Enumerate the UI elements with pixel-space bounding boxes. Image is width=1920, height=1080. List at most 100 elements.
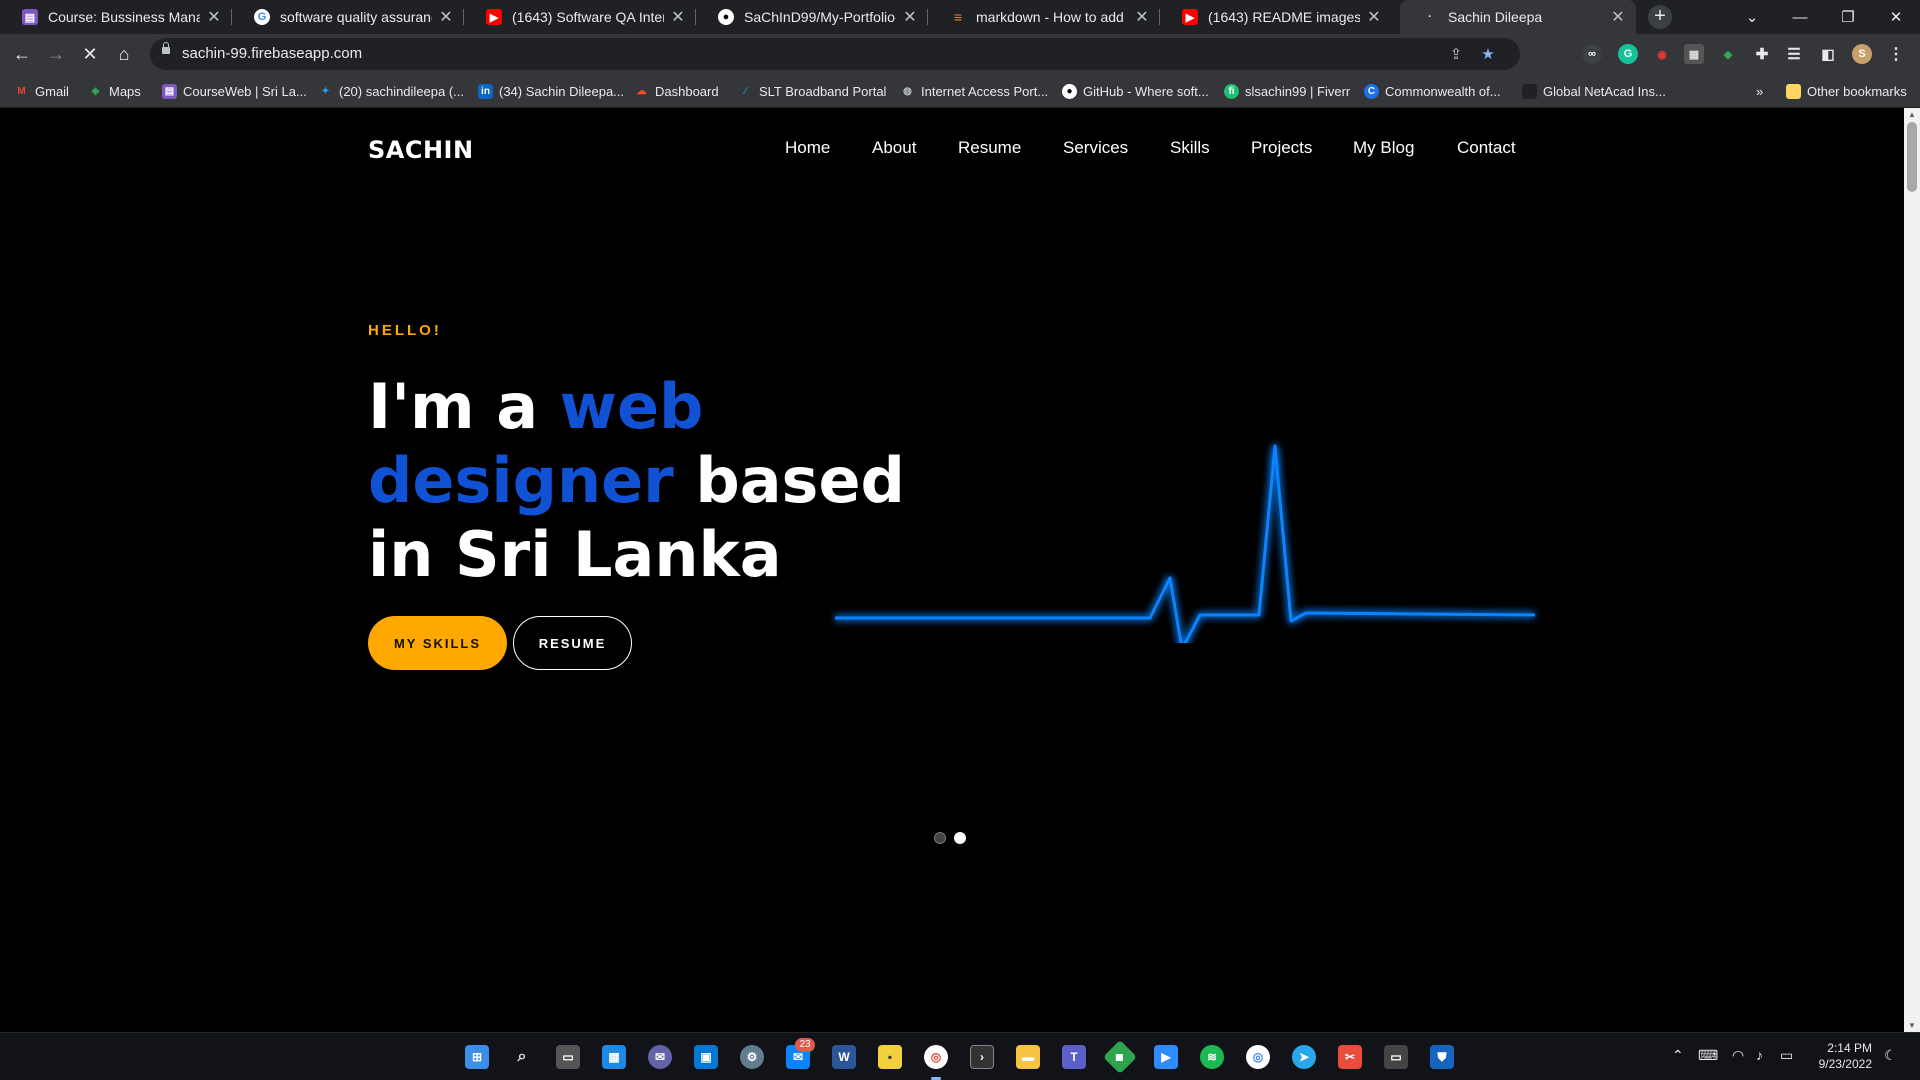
chat-icon[interactable]: ✉ — [648, 1045, 672, 1069]
nav-skills[interactable]: Skills — [1170, 138, 1210, 158]
git-icon[interactable]: ◆ — [1103, 1040, 1137, 1074]
bookmark-gmail[interactable]: M Gmail — [14, 82, 69, 100]
tab-stackoverflow[interactable]: ≡ markdown - How to add imag ✕ — [928, 0, 1160, 34]
close-tab-icon[interactable]: ✕ — [206, 7, 222, 27]
mail-badge: 23 — [795, 1038, 815, 1052]
restore-icon[interactable]: ❐ — [1824, 0, 1872, 34]
share-icon[interactable]: ⇪ — [1446, 44, 1466, 64]
tab-sachin-dileepa[interactable]: · Sachin Dileepa ✕ — [1400, 0, 1636, 34]
battery-icon[interactable]: ▭ — [1780, 1047, 1793, 1064]
close-tab-icon[interactable]: ✕ — [438, 7, 454, 27]
browser-menu-icon[interactable]: ⋮ — [1886, 44, 1906, 64]
close-window-icon[interactable]: ✕ — [1872, 0, 1920, 34]
settings-icon[interactable]: ⚙ — [740, 1045, 764, 1069]
bookmark-dashboard[interactable]: ☁ Dashboard — [634, 82, 719, 100]
volume-icon[interactable]: ♪ — [1756, 1047, 1763, 1063]
close-tab-icon[interactable]: ✕ — [1610, 7, 1626, 27]
search-icon[interactable]: ⌕ — [510, 1045, 534, 1069]
chrome-icon[interactable]: ◎ — [924, 1045, 948, 1069]
teams-icon[interactable]: T — [1062, 1045, 1086, 1069]
page-scrollbar[interactable]: ▲ ▼ — [1904, 108, 1920, 1032]
notifications-icon[interactable]: ☾ — [1884, 1047, 1897, 1064]
browser-toolbar: ← → ✕ ⌂ sachin-99.firebaseapp.com ⇪ ★ ∞ … — [0, 34, 1920, 74]
bookmark-commonwealth[interactable]: C Commonwealth of... — [1364, 82, 1501, 100]
tab-manager-icon[interactable]: ▦ — [1684, 44, 1704, 64]
store-icon[interactable]: ▣ — [694, 1045, 718, 1069]
close-tab-icon[interactable]: ✕ — [902, 7, 918, 27]
bookmark-github[interactable]: ● GitHub - Where soft... — [1062, 82, 1209, 100]
my-skills-button[interactable]: MY SKILLS — [368, 616, 507, 670]
terminal-icon[interactable]: › — [970, 1045, 994, 1069]
tab-course[interactable]: ▤ Course: Bussiness Manageme ✕ — [0, 0, 232, 34]
bookmark-linkedin[interactable]: in (34) Sachin Dileepa... — [478, 82, 624, 100]
courseweb-icon: ▤ — [162, 83, 177, 99]
minimize-icon[interactable]: — — [1776, 0, 1824, 34]
start-icon[interactable]: ⊞ — [465, 1045, 489, 1069]
nav-about[interactable]: About — [872, 138, 916, 158]
url-text[interactable]: sachin-99.firebaseapp.com — [182, 45, 362, 62]
close-tab-icon[interactable]: ✕ — [670, 7, 686, 27]
scrollbar-thumb[interactable] — [1907, 122, 1917, 192]
tray-overflow-icon[interactable]: ⌃ — [1672, 1047, 1684, 1064]
spotify-icon[interactable]: ≋ — [1200, 1045, 1224, 1069]
bookmark-maps[interactable]: ◈ Maps — [88, 82, 141, 100]
sticky-notes-icon[interactable]: ▪ — [878, 1045, 902, 1069]
task-view-icon[interactable]: ▭ — [556, 1045, 580, 1069]
shield-icon[interactable]: ⛊ — [1430, 1045, 1454, 1069]
tab-google-search[interactable]: G software quality assurance en ✕ — [232, 0, 464, 34]
slider-dot-active[interactable] — [954, 832, 966, 844]
resume-button[interactable]: RESUME — [513, 616, 632, 670]
bookmark-fiverr[interactable]: fi slsachin99 | Fiverr — [1224, 82, 1350, 100]
back-icon[interactable]: ← — [10, 42, 34, 66]
wifi-icon[interactable]: ◠ — [1732, 1047, 1744, 1064]
chrome-profile-icon[interactable]: ◎ — [1246, 1045, 1270, 1069]
side-panel-icon[interactable]: ◧ — [1818, 44, 1838, 64]
extensions-puzzle-icon[interactable]: ✚ — [1752, 44, 1772, 64]
tab-youtube-readme[interactable]: ▶ (1643) README images in Git ✕ — [1160, 0, 1392, 34]
file-explorer-icon[interactable]: ▬ — [1016, 1045, 1040, 1069]
nav-contact[interactable]: Contact — [1457, 138, 1516, 158]
more-bookmarks-icon[interactable]: » — [1756, 82, 1763, 100]
bookmark-twitter[interactable]: ✦ (20) sachindileepa (... — [318, 82, 464, 100]
grammarly-icon[interactable]: G — [1618, 44, 1638, 64]
snipping-icon[interactable]: ✂ — [1338, 1045, 1362, 1069]
tab-search-icon[interactable]: ⌄ — [1728, 0, 1776, 34]
zoom-icon[interactable]: ▶ — [1154, 1045, 1178, 1069]
nav-home[interactable]: Home — [785, 138, 830, 158]
address-bar[interactable]: sachin-99.firebaseapp.com ⇪ ★ — [150, 38, 1520, 70]
slider-dot[interactable] — [934, 832, 946, 844]
site-logo[interactable]: SACHIN — [368, 136, 474, 164]
scroll-up-icon[interactable]: ▲ — [1908, 110, 1916, 119]
bookmark-internet-access[interactable]: ◍ Internet Access Port... — [900, 82, 1048, 100]
app-window-icon[interactable]: ▭ — [1384, 1045, 1408, 1069]
nav-my-blog[interactable]: My Blog — [1353, 138, 1414, 158]
close-tab-icon[interactable]: ✕ — [1134, 7, 1150, 27]
nav-resume[interactable]: Resume — [958, 138, 1021, 158]
home-icon[interactable]: ⌂ — [112, 42, 136, 66]
telegram-icon[interactable]: ➤ — [1292, 1045, 1316, 1069]
tab-github-repo[interactable]: ● SaChInD99/My-Portfolio-Web ✕ — [696, 0, 928, 34]
forward-icon[interactable]: → — [44, 42, 68, 66]
nav-services[interactable]: Services — [1063, 138, 1128, 158]
extension-glasses-icon[interactable]: ∞ — [1582, 44, 1602, 64]
google-drive-icon[interactable]: ◆ — [1718, 44, 1738, 64]
bookmark-star-icon[interactable]: ★ — [1478, 44, 1498, 64]
profile-avatar[interactable]: S — [1852, 44, 1872, 64]
keyboard-icon[interactable]: ⌨ — [1698, 1047, 1718, 1064]
stop-loading-icon[interactable]: ✕ — [78, 42, 102, 66]
heartbeat-pulse-graphic — [835, 444, 1536, 643]
nav-projects[interactable]: Projects — [1251, 138, 1312, 158]
system-clock[interactable]: 2:14 PM 9/23/2022 — [1812, 1040, 1872, 1072]
bookmark-other-bookmarks[interactable]: Other bookmarks — [1786, 82, 1907, 100]
bookmark-netacad[interactable]: Global NetAcad Ins... — [1522, 82, 1666, 100]
scroll-down-icon[interactable]: ▼ — [1908, 1021, 1916, 1030]
word-icon[interactable]: W — [832, 1045, 856, 1069]
widgets-icon[interactable]: ▦ — [602, 1045, 626, 1069]
close-tab-icon[interactable]: ✕ — [1366, 7, 1382, 27]
reading-list-icon[interactable]: ☰ — [1784, 44, 1804, 64]
record-extension-icon[interactable]: ◉ — [1652, 44, 1672, 64]
new-tab-button[interactable]: + — [1648, 5, 1672, 29]
bookmark-courseweb[interactable]: ▤ CourseWeb | Sri La... — [162, 82, 307, 100]
tab-youtube-qa[interactable]: ▶ (1643) Software QA Interview ✕ — [464, 0, 696, 34]
bookmark-slt[interactable]: ⁄ SLT Broadband Portal — [738, 82, 887, 100]
